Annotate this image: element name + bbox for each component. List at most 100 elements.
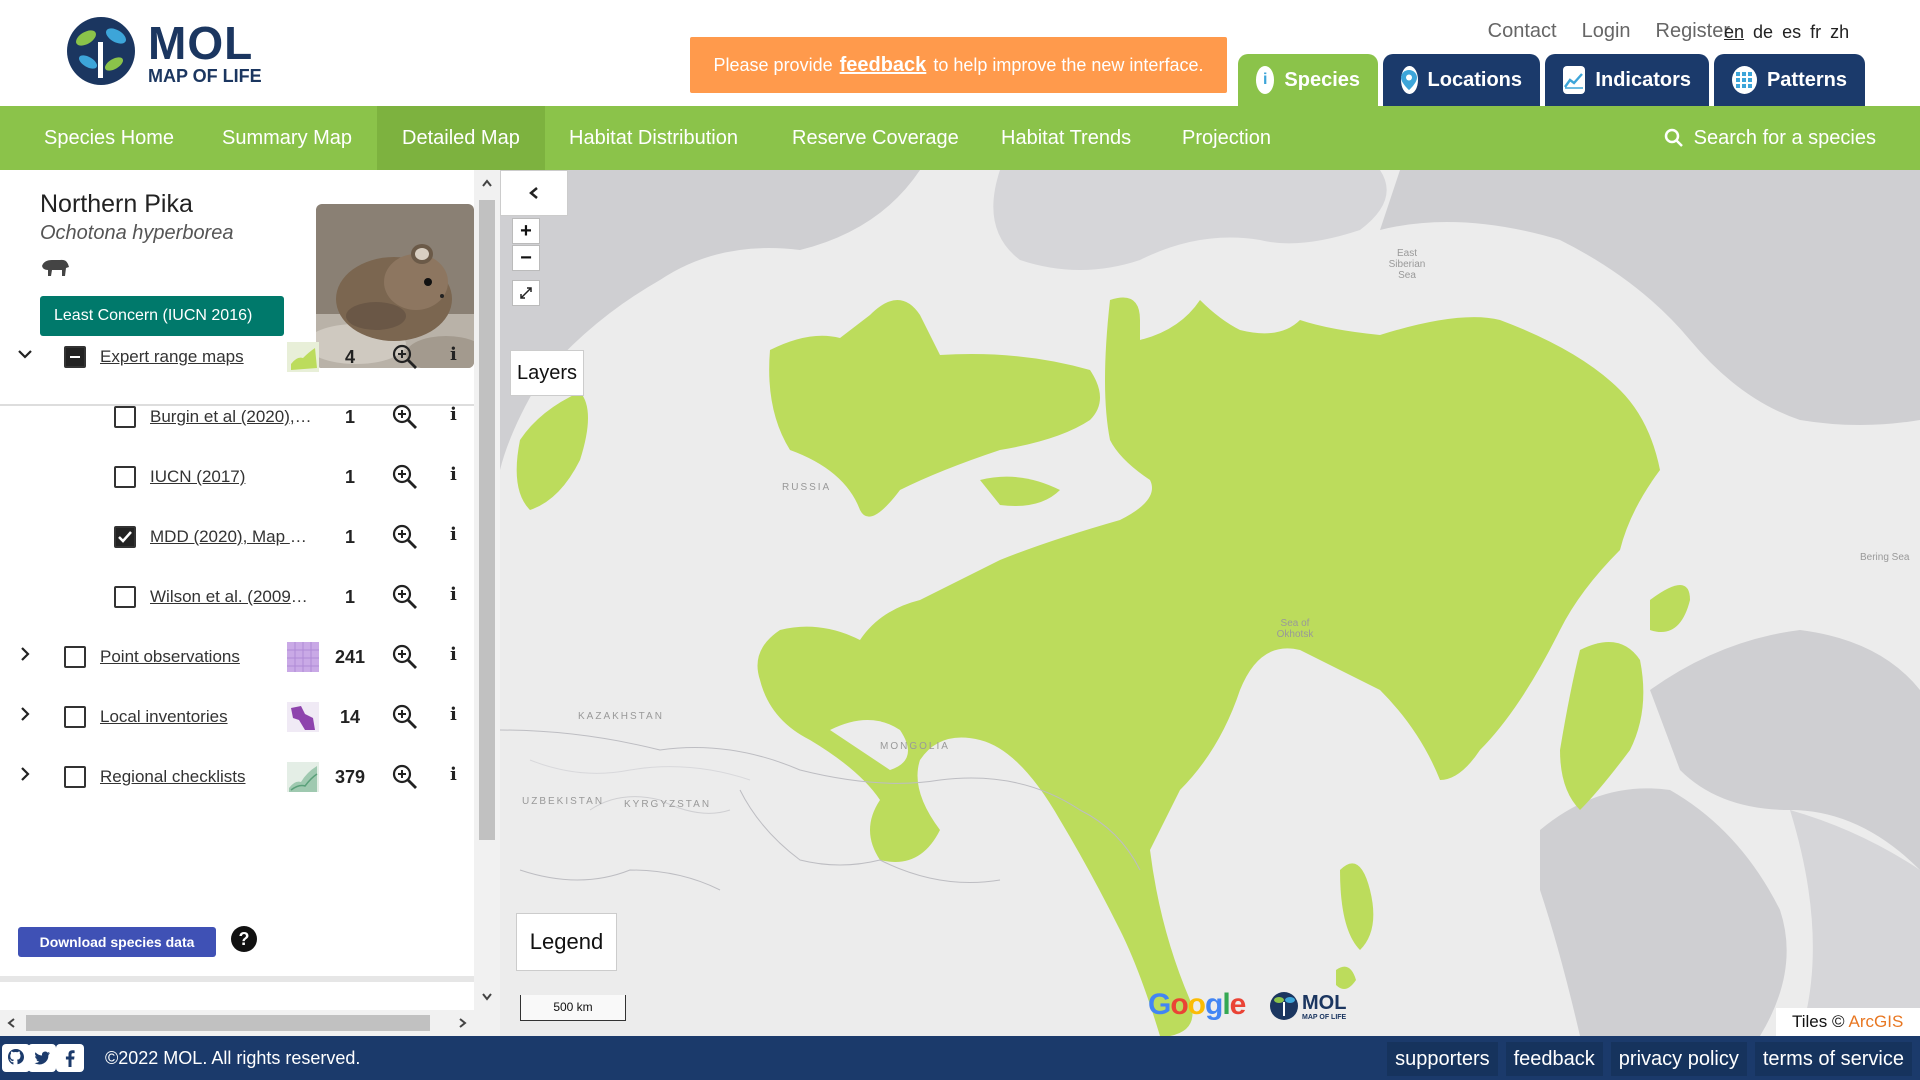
download-species-data-button[interactable]: Download species data [18,927,216,957]
feedback-banner: Please provide feedback to help improve … [690,37,1227,93]
layer-label[interactable]: Regional checklists [100,767,270,787]
layer-label[interactable]: Wilson et al. (2009-2020) [150,587,312,607]
arcgis-link[interactable]: ArcGIS [1849,1012,1904,1032]
layer-info-icon[interactable]: i [450,704,457,725]
location-pin-icon [1401,66,1418,94]
subnav-detailed-map[interactable]: Detailed Map [377,106,545,170]
contact-link[interactable]: Contact [1488,20,1557,43]
footer-supporters-link[interactable]: supporters [1387,1042,1498,1076]
logo-subtitle: MAP OF LIFE [148,66,262,86]
lang-fr[interactable]: fr [1810,22,1821,43]
layer-checkbox[interactable] [114,406,136,428]
zoom-to-layer-icon[interactable] [392,704,418,730]
footer-links: supporters feedback privacy policy terms… [1387,1042,1912,1076]
footer-terms-of-service-link[interactable]: terms of service [1754,1042,1912,1076]
horizontal-scrollbar[interactable] [0,1010,474,1036]
layer-info-icon[interactable]: i [450,464,457,485]
layer-checkbox[interactable] [64,346,86,368]
tab-locations[interactable]: Locations [1383,54,1540,106]
language-selector: en de es fr zh [1724,22,1849,43]
subnav-habitat-distribution[interactable]: Habitat Distribution [544,106,763,170]
vertical-scroll-thumb[interactable] [479,200,495,840]
tab-indicators[interactable]: Indicators [1545,54,1709,106]
facebook-icon[interactable] [56,1044,84,1072]
map-label-bering-sea: Bering Sea [1860,552,1910,563]
layer-label[interactable]: Point observations [100,647,270,667]
tab-patterns[interactable]: Patterns [1714,54,1865,106]
layer-label[interactable]: IUCN (2017) [150,467,312,487]
chevron-down-icon[interactable] [16,345,34,363]
zoom-to-layer-icon[interactable] [392,404,418,430]
map-scale-bar: 500 km [520,995,626,1021]
tab-locations-label: Locations [1427,68,1522,91]
layer-info-icon[interactable]: i [450,524,457,545]
scroll-down-icon[interactable] [481,990,493,1002]
layer-row-burgin: Burgin et al (2020), Map of Life 1 i [0,387,474,447]
feedback-banner-link[interactable]: feedback [840,54,927,77]
footer-feedback-link[interactable]: feedback [1505,1042,1603,1076]
lang-en[interactable]: en [1724,22,1744,43]
chevron-right-icon[interactable] [16,705,34,723]
register-link[interactable]: Register [1656,20,1730,43]
layer-info-icon[interactable]: i [450,404,457,425]
chevron-right-icon[interactable] [16,765,34,783]
subnav-summary-map[interactable]: Summary Map [197,106,377,170]
fullscreen-button[interactable] [512,280,540,306]
horizontal-scroll-thumb[interactable] [26,1015,430,1031]
layer-label[interactable]: Burgin et al (2020), Map of Life [150,407,312,427]
layer-checkbox[interactable] [64,706,86,728]
tab-species[interactable]: i Species [1238,54,1378,106]
help-icon[interactable]: ? [231,926,257,952]
species-map[interactable]: RUSSIA KAZAKHSTAN MONGOLIA UZBEKISTAN KY… [500,170,1920,1036]
layer-label[interactable]: MDD (2020), Map of Life [150,527,312,547]
scroll-up-icon[interactable] [481,178,493,190]
layer-checkbox[interactable] [114,526,136,548]
inventory-polygon-thumbnail-icon [287,702,319,732]
layer-info-icon[interactable]: i [450,644,457,665]
subnav-reserve-coverage[interactable]: Reserve Coverage [767,106,984,170]
zoom-to-layer-icon[interactable] [392,644,418,670]
zoom-to-layer-icon[interactable] [392,524,418,550]
layer-checkbox[interactable] [64,766,86,788]
layer-checkbox[interactable] [114,466,136,488]
lang-es[interactable]: es [1782,22,1801,43]
zoom-to-layer-icon[interactable] [392,464,418,490]
layer-row-expert-range-maps: Expert range maps 4 i [0,327,474,387]
footer-privacy-policy-link[interactable]: privacy policy [1610,1042,1747,1076]
subnav-habitat-trends[interactable]: Habitat Trends [976,106,1156,170]
layer-info-icon[interactable]: i [450,764,457,785]
scroll-left-icon[interactable] [6,1017,18,1029]
species-search-button[interactable]: Search for a species [1664,106,1876,170]
subnav-projection[interactable]: Projection [1157,106,1296,170]
tab-species-label: Species [1284,68,1360,91]
vertical-scrollbar[interactable] [474,170,500,1036]
twitter-icon[interactable] [28,1044,56,1072]
mol-logo[interactable]: MOL MAP OF LIFE [64,14,274,88]
github-icon[interactable] [2,1044,30,1072]
lang-de[interactable]: de [1753,22,1773,43]
login-link[interactable]: Login [1582,20,1631,43]
scroll-right-icon[interactable] [456,1017,468,1029]
subnav-species-home[interactable]: Species Home [19,106,199,170]
layer-checkbox[interactable] [64,646,86,668]
layer-label[interactable]: Local inventories [100,707,270,727]
species-panel: Northern Pika Ochotona hyperborea Least … [0,170,500,1036]
zoom-in-button[interactable]: + [512,218,540,244]
zoom-to-layer-icon[interactable] [392,764,418,790]
legend-button[interactable]: Legend [516,913,617,971]
zoom-to-layer-icon[interactable] [392,344,418,370]
checklist-region-thumbnail-icon [287,762,319,792]
layers-button[interactable]: Layers [510,350,584,396]
layer-info-icon[interactable]: i [450,344,457,365]
layer-count: 1 [344,467,355,487]
feedback-banner-text-after: to help improve the new interface. [933,54,1204,75]
zoom-out-button[interactable]: − [512,245,540,271]
lang-zh[interactable]: zh [1830,22,1849,43]
chevron-right-icon[interactable] [16,645,34,663]
zoom-to-layer-icon[interactable] [392,584,418,610]
collapse-panel-button[interactable] [500,170,568,216]
layer-info-icon[interactable]: i [450,584,457,605]
footer-copyright: ©2022 MOL. All rights reserved. [105,1048,361,1068]
layer-label[interactable]: Expert range maps [100,347,250,367]
layer-checkbox[interactable] [114,586,136,608]
